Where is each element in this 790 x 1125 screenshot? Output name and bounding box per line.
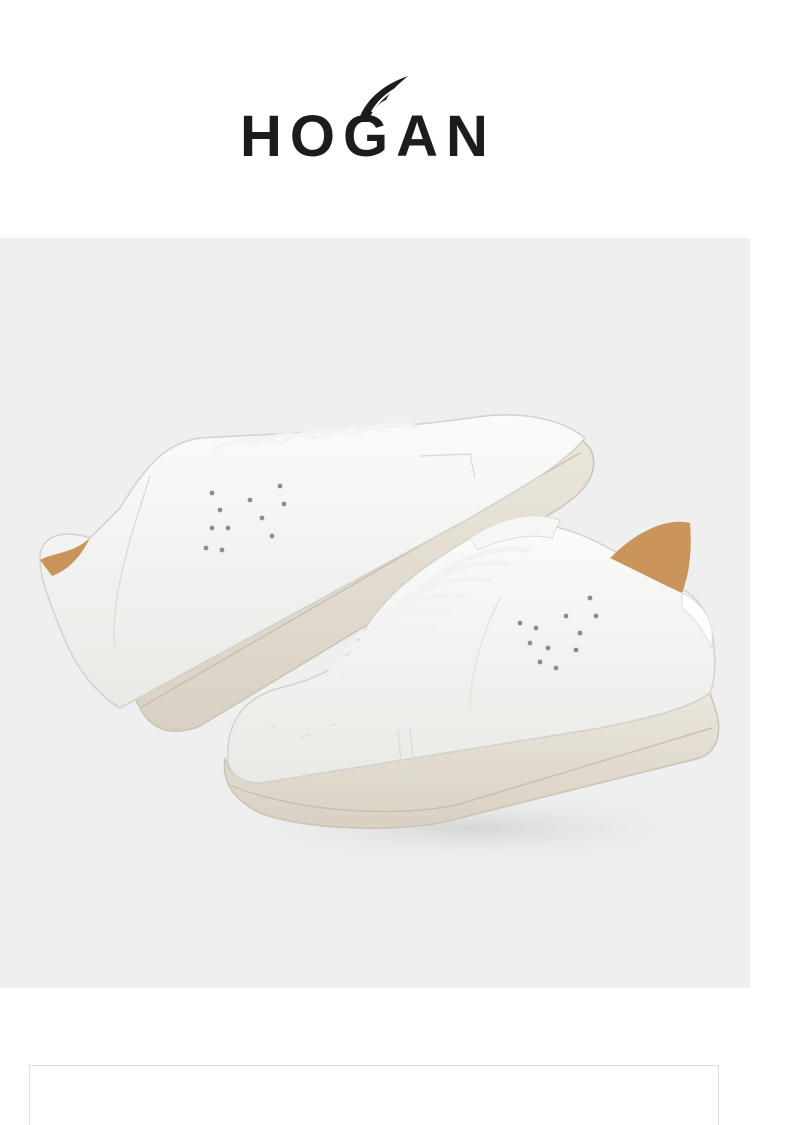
sneakers-illustration xyxy=(39,414,740,868)
brand-logo-text: HOGAN xyxy=(240,104,496,169)
product-hero-image[interactable] xyxy=(0,238,750,988)
product-info-card xyxy=(29,1065,719,1125)
brand-header: HOGAN xyxy=(0,0,790,238)
brand-logo[interactable]: HOGAN xyxy=(240,72,510,168)
